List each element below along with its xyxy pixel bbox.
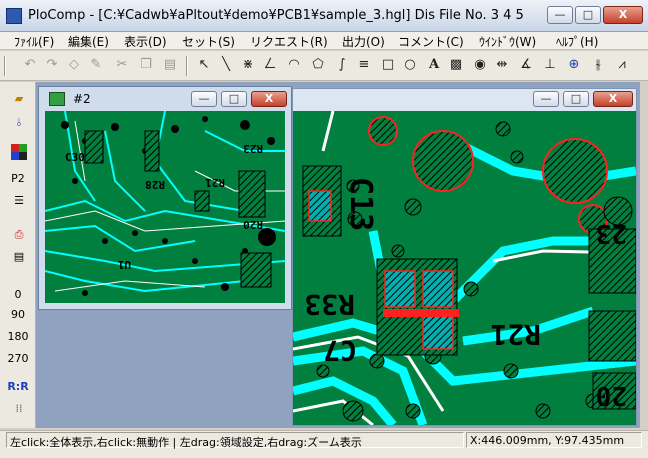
- menu-view[interactable]: 表示(D): [124, 33, 167, 50]
- menu-edit[interactable]: 編集(E): [68, 33, 109, 50]
- overview-label-r21: R21: [205, 176, 225, 189]
- print-icon[interactable]: ⎙: [10, 226, 28, 244]
- board-label-23: 23: [596, 218, 627, 248]
- menu-comment[interactable]: コメント(C): [398, 33, 464, 50]
- board-canvas[interactable]: C13 R33 C7 R21 23 20: [293, 111, 636, 425]
- redo-icon[interactable]: ↷: [44, 57, 60, 73]
- board-minimize-button[interactable]: —: [533, 91, 559, 107]
- toolbar-separator: [186, 56, 188, 76]
- menu-help[interactable]: ﾍﾙﾌﾟ(H): [556, 33, 598, 50]
- title-bar[interactable]: PloComp - [C:¥Cadwb¥aPltout¥demo¥PCB1¥sa…: [0, 0, 648, 32]
- board-label-c13: C13: [343, 177, 378, 231]
- overview-window[interactable]: #2 — □ X R21 R23 R20 R28 U1 C30: [38, 86, 292, 310]
- status-coordinates: X:446.009mm, Y:97.435mm: [470, 434, 625, 447]
- overview-minimize-button[interactable]: —: [191, 91, 217, 107]
- overview-maximize-button[interactable]: □: [221, 91, 247, 107]
- ellipse-icon[interactable]: ○: [402, 57, 418, 73]
- eraser-icon[interactable]: ◇: [66, 57, 82, 73]
- text-icon[interactable]: A: [426, 57, 442, 73]
- cross-line-icon[interactable]: ⋇: [240, 57, 256, 73]
- pointer-icon[interactable]: ↖: [196, 57, 212, 73]
- document-icon[interactable]: ▤: [10, 248, 28, 266]
- overview-canvas[interactable]: R21 R23 R20 R28 U1 C30: [45, 111, 285, 303]
- mirror-button[interactable]: R:R: [4, 380, 32, 393]
- window-title: PloComp - [C:¥Cadwb¥aPltout¥demo¥PCB1¥sa…: [28, 8, 524, 23]
- menu-set[interactable]: セット(S): [182, 33, 235, 50]
- status-help-text: 左click:全体表示,右click:無動作 | 左drag:領域設定,右dra…: [10, 436, 362, 449]
- undo-icon[interactable]: ↶: [22, 57, 38, 73]
- board-label-r21: R21: [490, 318, 541, 351]
- main-toolbar: ↶ ↷ ◇ ✎ ✂ ❐ ▤ ↖ ╲ ⋇ ㄥ ◠ ⬠ ∫ ≡ □ ○ A ▩ ◉ …: [0, 51, 648, 81]
- layers-icon[interactable]: ☰: [10, 192, 28, 210]
- toolbar-grip: [4, 56, 6, 76]
- crosshair-icon[interactable]: ⊕: [566, 57, 582, 73]
- cut-icon[interactable]: ✂: [114, 57, 130, 73]
- overview-label-u1: U1: [117, 258, 131, 271]
- dimension-icon[interactable]: ⊥: [542, 57, 558, 73]
- status-bar: 左click:全体表示,右click:無動作 | 左drag:領域設定,右dra…: [0, 430, 648, 458]
- overview-label-r28: R28: [145, 178, 165, 191]
- pen-icon[interactable]: ✎: [88, 57, 104, 73]
- polygon-icon[interactable]: ⬠: [310, 57, 326, 73]
- window-icon: [49, 92, 65, 106]
- maximize-button[interactable]: □: [575, 6, 601, 24]
- menu-file[interactable]: ﾌｧｲﾙ(F): [14, 33, 54, 50]
- grid-dots-icon[interactable]: ⁞⁞: [10, 400, 28, 418]
- arc-icon[interactable]: ◠: [286, 57, 302, 73]
- parallel-icon[interactable]: ⫳: [590, 57, 606, 73]
- menu-window[interactable]: ｳｲﾝﾄﾞｳ(W): [479, 33, 536, 50]
- close-button[interactable]: X: [603, 6, 643, 24]
- open-folder-icon[interactable]: ▰: [10, 90, 28, 108]
- app-icon: [6, 8, 22, 24]
- pin-icon[interactable]: ⫰: [10, 114, 28, 132]
- board-label-r33: R33: [304, 288, 355, 321]
- hatch-icon[interactable]: ▩: [448, 57, 464, 73]
- left-toolbar: ▰ ⫰ P2 ☰ ⎙ ▤ 0 90 180 270 R:R ⁞⁞: [0, 82, 36, 428]
- board-close-button[interactable]: X: [593, 91, 633, 107]
- curve-icon[interactable]: ∫: [334, 57, 350, 73]
- board-window[interactable]: — □ X C13 R33 C7 R21 23 20: [292, 88, 637, 426]
- overview-label-r20: R20: [243, 218, 263, 231]
- angle-icon[interactable]: ∡: [518, 57, 534, 73]
- rectangle-icon[interactable]: □: [380, 57, 396, 73]
- overview-window-title: #2: [73, 92, 91, 106]
- board-label-c7: C7: [323, 334, 357, 367]
- overview-close-button[interactable]: X: [251, 91, 287, 107]
- line-icon[interactable]: ╲: [218, 57, 234, 73]
- rotate-90-button[interactable]: 90: [4, 308, 32, 321]
- rotate-0-button[interactable]: 0: [4, 288, 32, 301]
- board-label-20: 20: [596, 380, 627, 410]
- minimize-button[interactable]: —: [547, 6, 573, 24]
- measure-icon[interactable]: ⇹: [494, 57, 510, 73]
- copy-icon[interactable]: ❐: [138, 57, 154, 73]
- paste-icon[interactable]: ▤: [162, 57, 178, 73]
- color-grid-icon[interactable]: [10, 144, 28, 162]
- multiline-icon[interactable]: ≡: [356, 57, 372, 73]
- circle-target-icon[interactable]: ◉: [472, 57, 488, 73]
- overview-label-r23: R23: [243, 142, 263, 155]
- overview-label-c30: C30: [65, 151, 85, 164]
- menu-output[interactable]: 出力(O): [342, 33, 385, 50]
- layer-select[interactable]: P2: [4, 172, 32, 185]
- menu-request[interactable]: リクエスト(R): [250, 33, 328, 50]
- slope-icon[interactable]: ⩘: [614, 57, 630, 73]
- board-maximize-button[interactable]: □: [563, 91, 589, 107]
- rotate-270-button[interactable]: 270: [4, 352, 32, 365]
- menu-bar: ﾌｧｲﾙ(F) 編集(E) 表示(D) セット(S) リクエスト(R) 出力(O…: [0, 32, 648, 50]
- zigzag-icon[interactable]: ㄥ: [262, 57, 278, 73]
- rotate-180-button[interactable]: 180: [4, 330, 32, 343]
